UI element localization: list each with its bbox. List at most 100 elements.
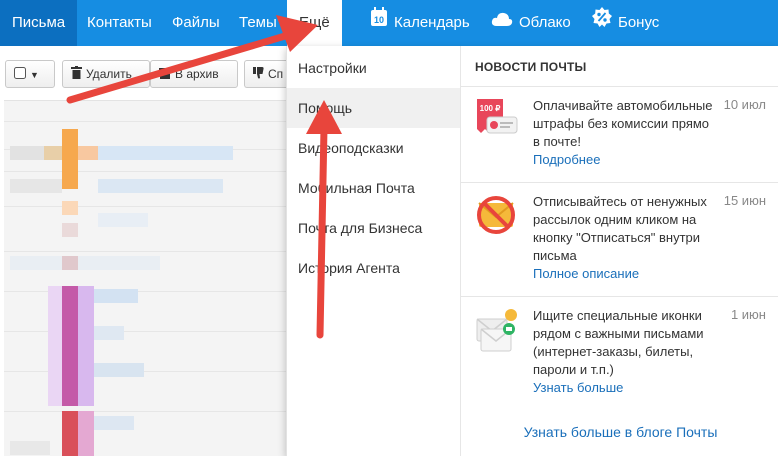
archive-label: В архив: [175, 67, 219, 81]
bonus-percent-icon: [592, 0, 612, 46]
news-date: 1 июн: [730, 307, 766, 322]
blurred-subject: [94, 416, 134, 430]
menu-item-label: Мобильная Почта: [298, 180, 415, 196]
tab-contacts-label: Контакты: [87, 14, 152, 31]
menu-item-mobile-mail[interactable]: Мобильная Почта: [287, 168, 460, 208]
blurred-avatar: [62, 286, 78, 406]
tab-contacts[interactable]: Контакты: [87, 0, 152, 46]
blurred-avatar: [44, 146, 62, 160]
select-all-checkbox-button[interactable]: ▼: [5, 60, 55, 88]
fines-thumb-label: 100 ₽: [480, 104, 501, 113]
menu-item-label: История Агента: [298, 260, 400, 276]
menu-item-settings[interactable]: Настройки: [287, 48, 460, 88]
news-link-description[interactable]: Полное описание: [533, 265, 713, 283]
tab-more-label: Ещё: [299, 14, 330, 31]
news-text-body: Ищите специальные иконки рядом с важными…: [533, 308, 704, 377]
news-date: 10 июл: [723, 97, 766, 112]
blurred-subject: [94, 326, 124, 340]
tab-bonus[interactable]: Бонус: [592, 0, 659, 46]
list-divider: [4, 121, 286, 122]
news-text-body: Оплачивайте автомобильные штрафы без ком…: [533, 98, 713, 149]
blurred-subject: [10, 256, 160, 270]
message-list: [4, 100, 286, 456]
cloud-icon: [491, 0, 513, 46]
news-text: Отписывайтесь от ненужных рассылок одним…: [533, 193, 713, 283]
news-item: Ищите специальные иконки рядом с важными…: [461, 296, 778, 408]
blurred-sender: [10, 179, 62, 193]
menu-item-help[interactable]: Помощь: [287, 88, 460, 128]
archive-icon: [159, 62, 171, 87]
blurred-avatar: [48, 286, 62, 406]
blurred-subject: [94, 289, 138, 303]
menu-item-label: Почта для Бизнеса: [298, 220, 423, 236]
top-navigation: Письма Контакты Файлы Темы Ещё 10 Календ…: [0, 0, 778, 46]
blurred-avatar: [78, 411, 94, 456]
special-icons-thumbnail-icon: [475, 309, 519, 353]
menu-item-video-tips[interactable]: Видеоподсказки: [287, 128, 460, 168]
list-divider: [4, 251, 286, 252]
list-divider: [4, 331, 286, 332]
blurred-subject: [98, 146, 233, 160]
spam-label: Сп: [268, 67, 284, 81]
mail-news-panel: НОВОСТИ ПОЧТЫ 100 ₽ Оплачивайте автомоби…: [460, 46, 778, 456]
tab-cloud-label: Облако: [519, 14, 571, 31]
tab-mail-label: Письма: [12, 14, 66, 31]
blurred-sender: [10, 441, 50, 455]
delete-label: Удалить: [86, 67, 132, 81]
list-divider: [4, 206, 286, 207]
news-item: Отписывайтесь от ненужных рассылок одним…: [461, 182, 778, 296]
blurred-subject: [98, 213, 148, 227]
blurred-avatar: [62, 223, 78, 237]
news-text: Оплачивайте автомобильные штрафы без ком…: [533, 97, 713, 169]
news-text-body: Отписывайтесь от ненужных рассылок одним…: [533, 194, 707, 263]
mail-blog-link[interactable]: Узнать больше в блоге Почты: [461, 424, 778, 440]
tab-bonus-label: Бонус: [618, 14, 660, 31]
tab-files[interactable]: Файлы: [172, 0, 220, 46]
calendar-icon: 10: [370, 0, 388, 46]
news-title: НОВОСТИ ПОЧТЫ: [475, 60, 587, 74]
tab-topics-label: Темы: [239, 14, 277, 31]
trash-icon: [71, 62, 82, 87]
unsubscribe-thumbnail-icon: [475, 193, 519, 237]
menu-item-label: Помощь: [298, 100, 353, 116]
more-dropdown: Настройки Помощь Видеоподсказки Мобильна…: [286, 46, 778, 456]
tab-more[interactable]: Ещё: [287, 0, 342, 46]
calendar-day-number: 10: [374, 15, 384, 25]
archive-button[interactable]: В архив: [150, 60, 238, 88]
tab-mail[interactable]: Письма: [0, 0, 78, 46]
menu-item-agent-history[interactable]: История Агента: [287, 248, 460, 288]
list-divider: [4, 171, 286, 172]
news-link-learn-more[interactable]: Узнать больше: [533, 379, 713, 397]
menu-item-label: Видеоподсказки: [298, 140, 404, 156]
tab-cloud[interactable]: Облако: [491, 0, 571, 46]
list-divider: [4, 291, 286, 292]
news-text: Ищите специальные иконки рядом с важными…: [533, 307, 713, 397]
blurred-avatar: [62, 256, 78, 270]
mail-app: Письма Контакты Файлы Темы Ещё 10 Календ…: [0, 0, 778, 456]
toolbar: ▼ Удалить В архив Сп: [0, 46, 300, 96]
list-divider: [4, 411, 286, 412]
menu-item-label: Настройки: [298, 60, 367, 76]
news-date: 15 июн: [723, 193, 766, 208]
blurred-avatar: [62, 201, 78, 215]
thumb-down-icon: [253, 62, 264, 87]
blurred-avatar: [62, 411, 78, 456]
menu-item-mail-for-business[interactable]: Почта для Бизнеса: [287, 208, 460, 248]
tab-calendar[interactable]: 10 Календарь: [370, 0, 470, 46]
delete-button[interactable]: Удалить: [62, 60, 150, 88]
news-item: 100 ₽ Оплачивайте автомобильные штрафы б…: [461, 86, 778, 182]
news-link-more[interactable]: Подробнее: [533, 151, 713, 169]
blurred-avatar: [78, 286, 94, 406]
more-menu: Настройки Помощь Видеоподсказки Мобильна…: [287, 46, 460, 456]
list-divider: [4, 371, 286, 372]
blurred-avatar: [62, 129, 78, 189]
blurred-subject: [94, 363, 144, 377]
tab-topics[interactable]: Темы: [239, 0, 277, 46]
chevron-down-icon: ▼: [30, 70, 39, 80]
tab-calendar-label: Календарь: [394, 14, 470, 31]
checkbox-icon: [14, 62, 26, 87]
blurred-avatar: [78, 146, 98, 160]
blurred-subject: [98, 179, 223, 193]
tab-files-label: Файлы: [172, 14, 220, 31]
fines-thumbnail-icon: 100 ₽: [475, 97, 519, 141]
